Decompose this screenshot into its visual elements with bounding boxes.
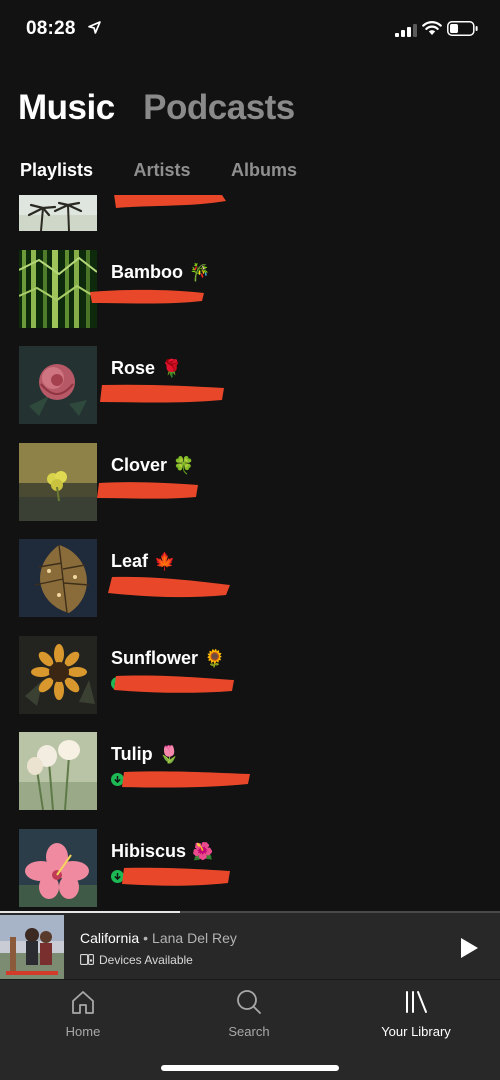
playlist-cover-sunflower [19, 635, 97, 714]
redaction-scribble [98, 382, 226, 406]
home-indicator [161, 1065, 339, 1071]
bamboo-emoji-icon: 🎋 [189, 262, 211, 283]
redaction-scribble [120, 865, 232, 889]
now-playing-artist: Lana Del Rey [152, 930, 237, 946]
content-type-tabs: Music Podcasts [18, 88, 319, 134]
playlist-item-palm[interactable] [0, 195, 500, 246]
status-bar: 08:28 [0, 0, 500, 60]
playlist-item-tulip[interactable]: Tulip 🌷 [0, 728, 500, 825]
rose-emoji-icon: 🌹 [161, 359, 183, 379]
playlist-cover-tulip [19, 732, 97, 810]
nav-your-library[interactable]: Your Library [361, 988, 471, 1039]
tulip-emoji-icon: 🌷 [158, 745, 180, 765]
playlist-cover-leaf [19, 539, 97, 617]
tab-playlists[interactable]: Playlists [20, 160, 93, 181]
nav-home[interactable]: Home [28, 988, 138, 1039]
playlist-item-bamboo[interactable]: Bamboo 🎋 [0, 246, 500, 343]
redaction-scribble [88, 286, 206, 310]
location-arrow-icon [88, 21, 101, 34]
redaction-scribble [96, 479, 200, 503]
playlist-list[interactable]: Bamboo 🎋 Rose 🌹 Clover 🍀 Leaf 🍁 Sunflowe… [0, 195, 500, 910]
redaction-scribble [112, 672, 236, 696]
redaction-scribble [110, 195, 228, 213]
playlist-title: Hibiscus 🌺 [111, 840, 214, 862]
playlist-item-clover[interactable]: Clover 🍀 [0, 439, 500, 536]
playlist-title: Rose 🌹 [111, 358, 183, 379]
home-icon [72, 991, 94, 1014]
library-icon [406, 991, 427, 1013]
tab-albums[interactable]: Albums [231, 160, 297, 181]
playlist-title: Sunflower 🌻 [111, 647, 226, 669]
tab-artists[interactable]: Artists [134, 160, 191, 181]
playlist-title: Tulip 🌷 [111, 744, 180, 765]
playlist-item-rose[interactable]: Rose 🌹 [0, 342, 500, 439]
playlist-cover-bamboo [19, 249, 97, 328]
now-playing-separator: • [143, 930, 149, 946]
playlist-title: Leaf 🍁 [111, 551, 176, 572]
cellular-signal-icon [395, 24, 417, 37]
status-time: 08:28 [26, 18, 76, 39]
devices-available-button[interactable]: Devices Available [80, 953, 193, 967]
battery-icon [447, 21, 478, 36]
playlist-item-leaf[interactable]: Leaf 🍁 [0, 535, 500, 632]
now-playing-bar[interactable]: California • Lana Del Rey Devices Availabl… [0, 913, 500, 979]
wifi-icon [422, 21, 442, 35]
playlist-cover-palm [19, 195, 97, 231]
nav-search-label: Search [228, 1024, 270, 1039]
playlist-title: Clover 🍀 [111, 454, 195, 476]
playlist-cover-rose [19, 346, 97, 424]
nav-your-library-label: Your Library [381, 1024, 451, 1039]
playlist-cover-clover [19, 442, 97, 521]
clover-emoji-icon: 🍀 [173, 455, 195, 476]
now-playing-track: California [80, 930, 140, 946]
nav-home-label: Home [65, 1024, 101, 1039]
tab-music[interactable]: Music [18, 88, 115, 128]
devices-label: Devices Available [99, 953, 193, 967]
playlist-cover-hibiscus [19, 828, 97, 907]
search-icon [237, 990, 261, 1014]
sunflower-emoji-icon: 🌻 [204, 648, 226, 669]
redaction-scribble [106, 575, 232, 599]
maple-leaf-emoji-icon: 🍁 [154, 552, 176, 572]
now-playing-title-line: California • Lana Del Rey [80, 930, 237, 946]
playlist-item-hibiscus[interactable]: Hibiscus 🌺 [0, 825, 500, 911]
library-filter-tabs: Playlists Artists Albums [20, 160, 333, 184]
tab-podcasts[interactable]: Podcasts [143, 88, 295, 128]
playlist-item-sunflower[interactable]: Sunflower 🌻 [0, 632, 500, 729]
now-playing-album-art[interactable] [0, 915, 64, 979]
redaction-scribble [120, 768, 252, 792]
playlist-title: Bamboo 🎋 [111, 261, 211, 283]
play-button[interactable] [455, 935, 481, 961]
hibiscus-emoji-icon: 🌺 [192, 841, 214, 862]
nav-search[interactable]: Search [194, 988, 304, 1039]
devices-icon [80, 954, 94, 965]
